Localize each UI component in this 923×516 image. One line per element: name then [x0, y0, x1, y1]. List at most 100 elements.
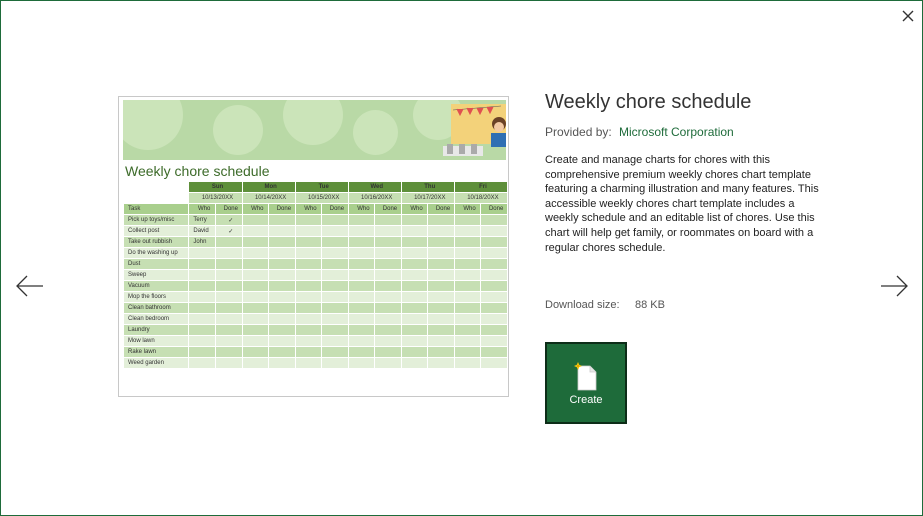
family-illustration-icon — [443, 104, 506, 156]
preview-who-cell — [348, 248, 375, 258]
preview-who-cell — [401, 336, 428, 346]
preview-done-cell — [216, 347, 242, 357]
preview-corner-blank — [124, 193, 188, 203]
preview-who-cell — [401, 303, 428, 313]
preview-who-cell — [242, 314, 269, 324]
preview-who-cell — [242, 281, 269, 291]
preview-task-cell: Dust — [124, 259, 189, 269]
preview-task-cell: Clean bedroom — [124, 314, 189, 324]
arrow-right-icon[interactable] — [879, 271, 909, 301]
preview-done-cell — [481, 358, 507, 368]
preview-task-cell: Rake lawn — [124, 347, 189, 357]
preview-day-header: Wed — [348, 182, 401, 192]
preview-done-cell — [481, 336, 507, 346]
preview-table-row: Laundry — [124, 325, 507, 335]
preview-table-row: Collect post David ✓ — [124, 226, 507, 236]
preview-done-cell — [375, 314, 401, 324]
preview-done-cell — [375, 303, 401, 313]
preview-done-cell — [322, 325, 348, 335]
preview-done-cell — [269, 303, 295, 313]
preview-who-cell — [348, 226, 375, 236]
preview-task-cell: Mow lawn — [124, 336, 189, 346]
preview-who-header: Who — [348, 204, 375, 214]
preview-task-cell: Weed garden — [124, 358, 189, 368]
preview-who-cell — [454, 292, 481, 302]
preview-chore-table: Sun Mon Tue Wed Thu Fri 10/13/20XX 10/14/20XX 10… — [123, 181, 508, 369]
preview-date-header: 10/15/20XX — [295, 193, 348, 203]
preview-task-cell: Mop the floors — [124, 292, 189, 302]
preview-who-cell — [348, 358, 375, 368]
preview-done-cell — [269, 281, 295, 291]
preview-day-header: Tue — [295, 182, 348, 192]
preview-who-cell — [189, 259, 216, 269]
preview-date-header: 10/14/20XX — [242, 193, 295, 203]
preview-who-cell — [295, 226, 322, 236]
preview-done-cell — [375, 358, 401, 368]
preview-done-cell — [269, 270, 295, 280]
preview-done-cell — [375, 270, 401, 280]
preview-done-cell — [428, 314, 454, 324]
preview-day-header: Mon — [242, 182, 295, 192]
preview-who-cell — [401, 347, 428, 357]
preview-done-cell — [428, 270, 454, 280]
preview-done-cell — [322, 314, 348, 324]
preview-corner-blank — [124, 182, 188, 192]
preview-done-cell — [216, 314, 242, 324]
preview-who-cell — [401, 215, 428, 225]
preview-done-cell — [481, 237, 507, 247]
preview-banner-illustration — [123, 100, 506, 160]
preview-who-cell — [454, 303, 481, 313]
preview-who-cell — [189, 347, 216, 357]
preview-who-cell — [454, 325, 481, 335]
preview-done-cell — [216, 292, 242, 302]
close-icon[interactable] — [897, 5, 919, 27]
preview-done-header: Done — [375, 204, 401, 214]
preview-who-cell — [242, 226, 269, 236]
preview-who-cell — [401, 281, 428, 291]
download-size-label: Download size: — [545, 299, 620, 311]
provider-link[interactable]: Microsoft Corporation — [619, 125, 734, 139]
preview-who-header: Who — [189, 204, 216, 214]
preview-who-cell: John — [189, 237, 216, 247]
preview-done-cell — [216, 259, 242, 269]
preview-done-cell — [428, 358, 454, 368]
preview-table-row: Weed garden — [124, 358, 507, 368]
preview-table-row: Rake lawn — [124, 347, 507, 357]
preview-done-cell — [428, 215, 454, 225]
preview-who-cell — [295, 325, 322, 335]
preview-who-cell — [454, 237, 481, 247]
preview-table-row: Dust — [124, 259, 507, 269]
preview-who-cell — [454, 270, 481, 280]
preview-task-cell: Pick up toys/misc — [124, 215, 189, 225]
preview-date-header: 10/13/20XX — [189, 193, 242, 203]
preview-done-cell — [322, 347, 348, 357]
preview-done-cell — [216, 325, 242, 335]
preview-done-cell — [375, 325, 401, 335]
preview-who-cell — [189, 270, 216, 280]
preview-done-cell — [269, 336, 295, 346]
preview-date-header: 10/16/20XX — [348, 193, 401, 203]
preview-who-cell — [189, 281, 216, 291]
arrow-left-icon[interactable] — [15, 271, 45, 301]
preview-who-cell — [189, 358, 216, 368]
preview-task-cell: Collect post — [124, 226, 189, 236]
preview-table-row: Pick up toys/misc Terry ✓ — [124, 215, 507, 225]
preview-who-cell — [242, 270, 269, 280]
preview-day-header: Sun — [189, 182, 242, 192]
preview-who-cell — [295, 303, 322, 313]
preview-who-cell — [401, 358, 428, 368]
preview-who-cell — [454, 314, 481, 324]
preview-who-cell — [295, 259, 322, 269]
preview-date-header: 10/18/20XX — [454, 193, 507, 203]
preview-table-row: Mop the floors — [124, 292, 507, 302]
preview-done-cell — [481, 347, 507, 357]
create-button[interactable]: Create — [545, 342, 627, 424]
preview-done-cell — [428, 336, 454, 346]
preview-who-cell — [348, 292, 375, 302]
preview-day-header: Fri — [454, 182, 507, 192]
preview-who-cell — [295, 347, 322, 357]
preview-who-cell — [454, 215, 481, 225]
preview-task-header: Task — [124, 204, 189, 214]
preview-who-cell — [454, 358, 481, 368]
new-document-icon — [574, 362, 597, 391]
